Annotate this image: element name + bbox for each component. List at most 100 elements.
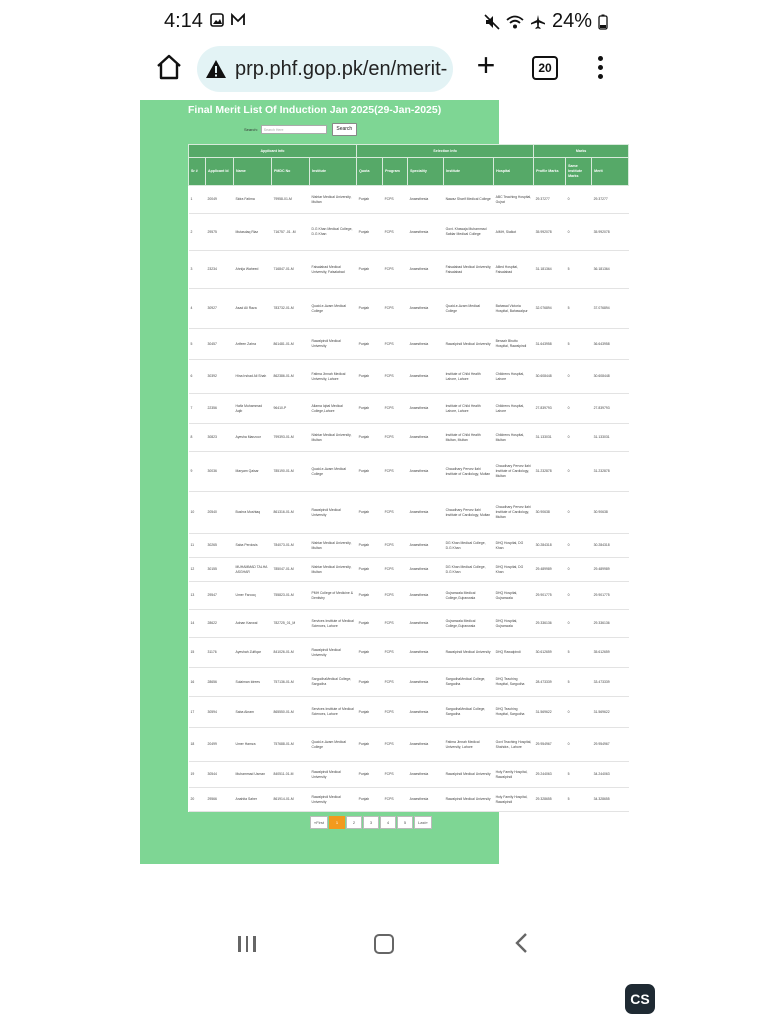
table-cell: 755823-01-M — [271, 581, 310, 610]
group-header-applicant: Applicant Info — [187, 144, 358, 158]
table-cell: FCPS — [382, 667, 408, 697]
table-cell: Chaudhary Pervez Ilahi Institute of Card… — [443, 491, 494, 534]
table-cell: Chaudhary Pervez Ilahi Institute of Card… — [493, 451, 534, 492]
tab-switcher-button[interactable]: 20 — [532, 56, 558, 80]
new-tab-button[interactable]: + — [470, 49, 502, 82]
table-cell: Nishtar Medical University, Multan — [309, 557, 357, 582]
table-cell: 30.90638 — [591, 491, 629, 534]
table-cell: 9 — [188, 451, 206, 492]
table-cell: Arifeen Zahra — [233, 328, 272, 360]
table-cell: Quaid-e-Azam Medical College — [309, 727, 357, 762]
table-cell: Punjab — [356, 359, 383, 394]
pagination-page[interactable]: 3 — [363, 816, 379, 829]
table-cell: Ahnija Waheed — [233, 250, 272, 289]
table-cell: 15 — [188, 637, 206, 668]
table-cell: 5 — [565, 667, 592, 697]
table-cell: 0 — [565, 393, 592, 424]
table-cell: FCPS — [382, 213, 408, 251]
pagination-page[interactable]: 4 — [380, 816, 396, 829]
table-cell: 32.076894 — [533, 288, 566, 329]
recents-icon[interactable] — [238, 936, 258, 952]
warning-icon[interactable] — [205, 58, 227, 80]
table-cell: FCPS — [382, 451, 408, 492]
table-cell: DHQ Teaching Hospital, Sargodha — [493, 696, 534, 728]
table-cell: Services Institute of Medical Sciences, … — [309, 609, 357, 638]
table-cell: Saba Akram — [233, 696, 272, 728]
table-cell: Punjab — [356, 761, 383, 788]
table-cell: 14 — [188, 609, 206, 638]
pagination-first[interactable]: «First — [310, 816, 328, 829]
home-nav-icon[interactable] — [374, 934, 394, 954]
search-button[interactable]: Search — [331, 123, 357, 136]
table-cell: Ayesha Manzoor — [233, 423, 272, 452]
table-cell: Holy Family Hospital, Rawalpindi — [493, 761, 534, 788]
url-text[interactable]: prp.phf.gop.pk/en/merit- — [235, 58, 447, 81]
table-cell: 22356 — [205, 393, 234, 424]
search-input[interactable]: Search Here — [260, 125, 327, 134]
group-header-selection: Selection Info — [356, 144, 535, 158]
table-cell: FCPS — [382, 727, 408, 762]
pagination-last[interactable]: Last» — [414, 816, 432, 829]
table-cell: Anaesthesia — [407, 637, 444, 668]
table-cell: 30544 — [205, 761, 234, 788]
table-cell: Punjab — [356, 328, 383, 360]
table-cell: 30594 — [205, 696, 234, 728]
pagination-page[interactable]: 1 — [329, 816, 345, 829]
table-cell: Chaudhary Pervez Ilahi Institute of Card… — [493, 491, 534, 534]
column-header: Same Institute Marks — [565, 157, 593, 186]
table-cell: Institute of Child Health Lahore, Lahore — [443, 393, 494, 424]
table-cell: Punjab — [356, 727, 383, 762]
table-cell: 30392 — [205, 359, 234, 394]
address-bar[interactable]: prp.phf.gop.pk/en/merit- — [197, 46, 453, 92]
column-header: Sr # — [188, 157, 206, 186]
system-nav-bar — [0, 920, 768, 968]
table-cell: Anaesthesia — [407, 328, 444, 360]
table-cell: 29566 — [205, 787, 234, 812]
status-time: 4:14 — [164, 10, 203, 32]
table-cell: 5 — [565, 787, 592, 812]
home-icon[interactable] — [154, 52, 184, 82]
table-cell: Punjab — [356, 557, 383, 582]
table-row: 6 30392 Hina Irshad Ali Shah 862386-01-M Fat… — [188, 359, 629, 394]
table-cell: 29.901775 — [591, 581, 629, 610]
table-cell: 784073-01-M — [271, 533, 310, 558]
table-row: 14 28622 Adnan Kanwal 782725_01_M Services I… — [188, 609, 629, 638]
table-cell: Anaesthesia — [407, 609, 444, 638]
table-cell: 19 — [188, 761, 206, 788]
table-cell: 35.992078 — [533, 213, 566, 251]
table-row: 12 30155 MUHAMMAD TALHA ASGHAR 785047-01-M N… — [188, 557, 629, 582]
table-cell: 37.076894 — [591, 288, 629, 329]
browser-toolbar: prp.phf.gop.pk/en/merit- + 20 — [0, 44, 768, 94]
back-icon[interactable] — [512, 932, 532, 954]
table-cell: Punjab — [356, 423, 383, 452]
table-row: 1 20049 Sidra Fatima 79958-01-M Nishtar Medi… — [188, 185, 629, 214]
table-row: 17 30594 Saba Akram 865550-01-M Services Ins… — [188, 696, 629, 728]
table-cell: 5 — [565, 288, 592, 329]
table-cell: Anaesthesia — [407, 213, 444, 251]
table-cell: Ayeshah Zulfiqar — [233, 637, 272, 668]
table-cell: Saba Perdosis — [233, 533, 272, 558]
column-header: Institute — [308, 157, 358, 186]
table-cell: Govt Teaching Hospital, Shahdra , Lahore — [493, 727, 534, 762]
table-cell: Institute of Child Health Lahore, Lahore — [443, 359, 494, 394]
table-cell: Umer Hamza — [233, 727, 272, 762]
overflow-menu-icon[interactable] — [595, 56, 605, 82]
airplane-icon — [530, 14, 545, 29]
pagination-page[interactable]: 2 — [346, 816, 362, 829]
table-cell: Allama Iqbal Medical College,Lahore — [309, 393, 357, 424]
table-cell: Punjab — [356, 637, 383, 668]
camscanner-badge[interactable]: CS — [625, 984, 655, 1014]
pagination-page[interactable]: 5 — [397, 816, 413, 829]
column-header: Program — [382, 157, 409, 186]
table-cell: 29.37277 — [533, 185, 566, 214]
table-cell: FCPS — [382, 393, 408, 424]
table-cell: 31.232878 — [591, 451, 629, 492]
table-cell: DHQ Hospital, Gujranwala — [493, 581, 534, 610]
table-cell: 0 — [565, 533, 592, 558]
search-form: Search: Search Here Search — [244, 123, 357, 136]
table-cell: 0 — [565, 451, 592, 492]
table-cell: 29575 — [205, 213, 234, 251]
table-cell: 20 — [188, 787, 206, 812]
table-cell: 0 — [565, 491, 592, 534]
table-cell: 30.284318 — [533, 533, 566, 558]
